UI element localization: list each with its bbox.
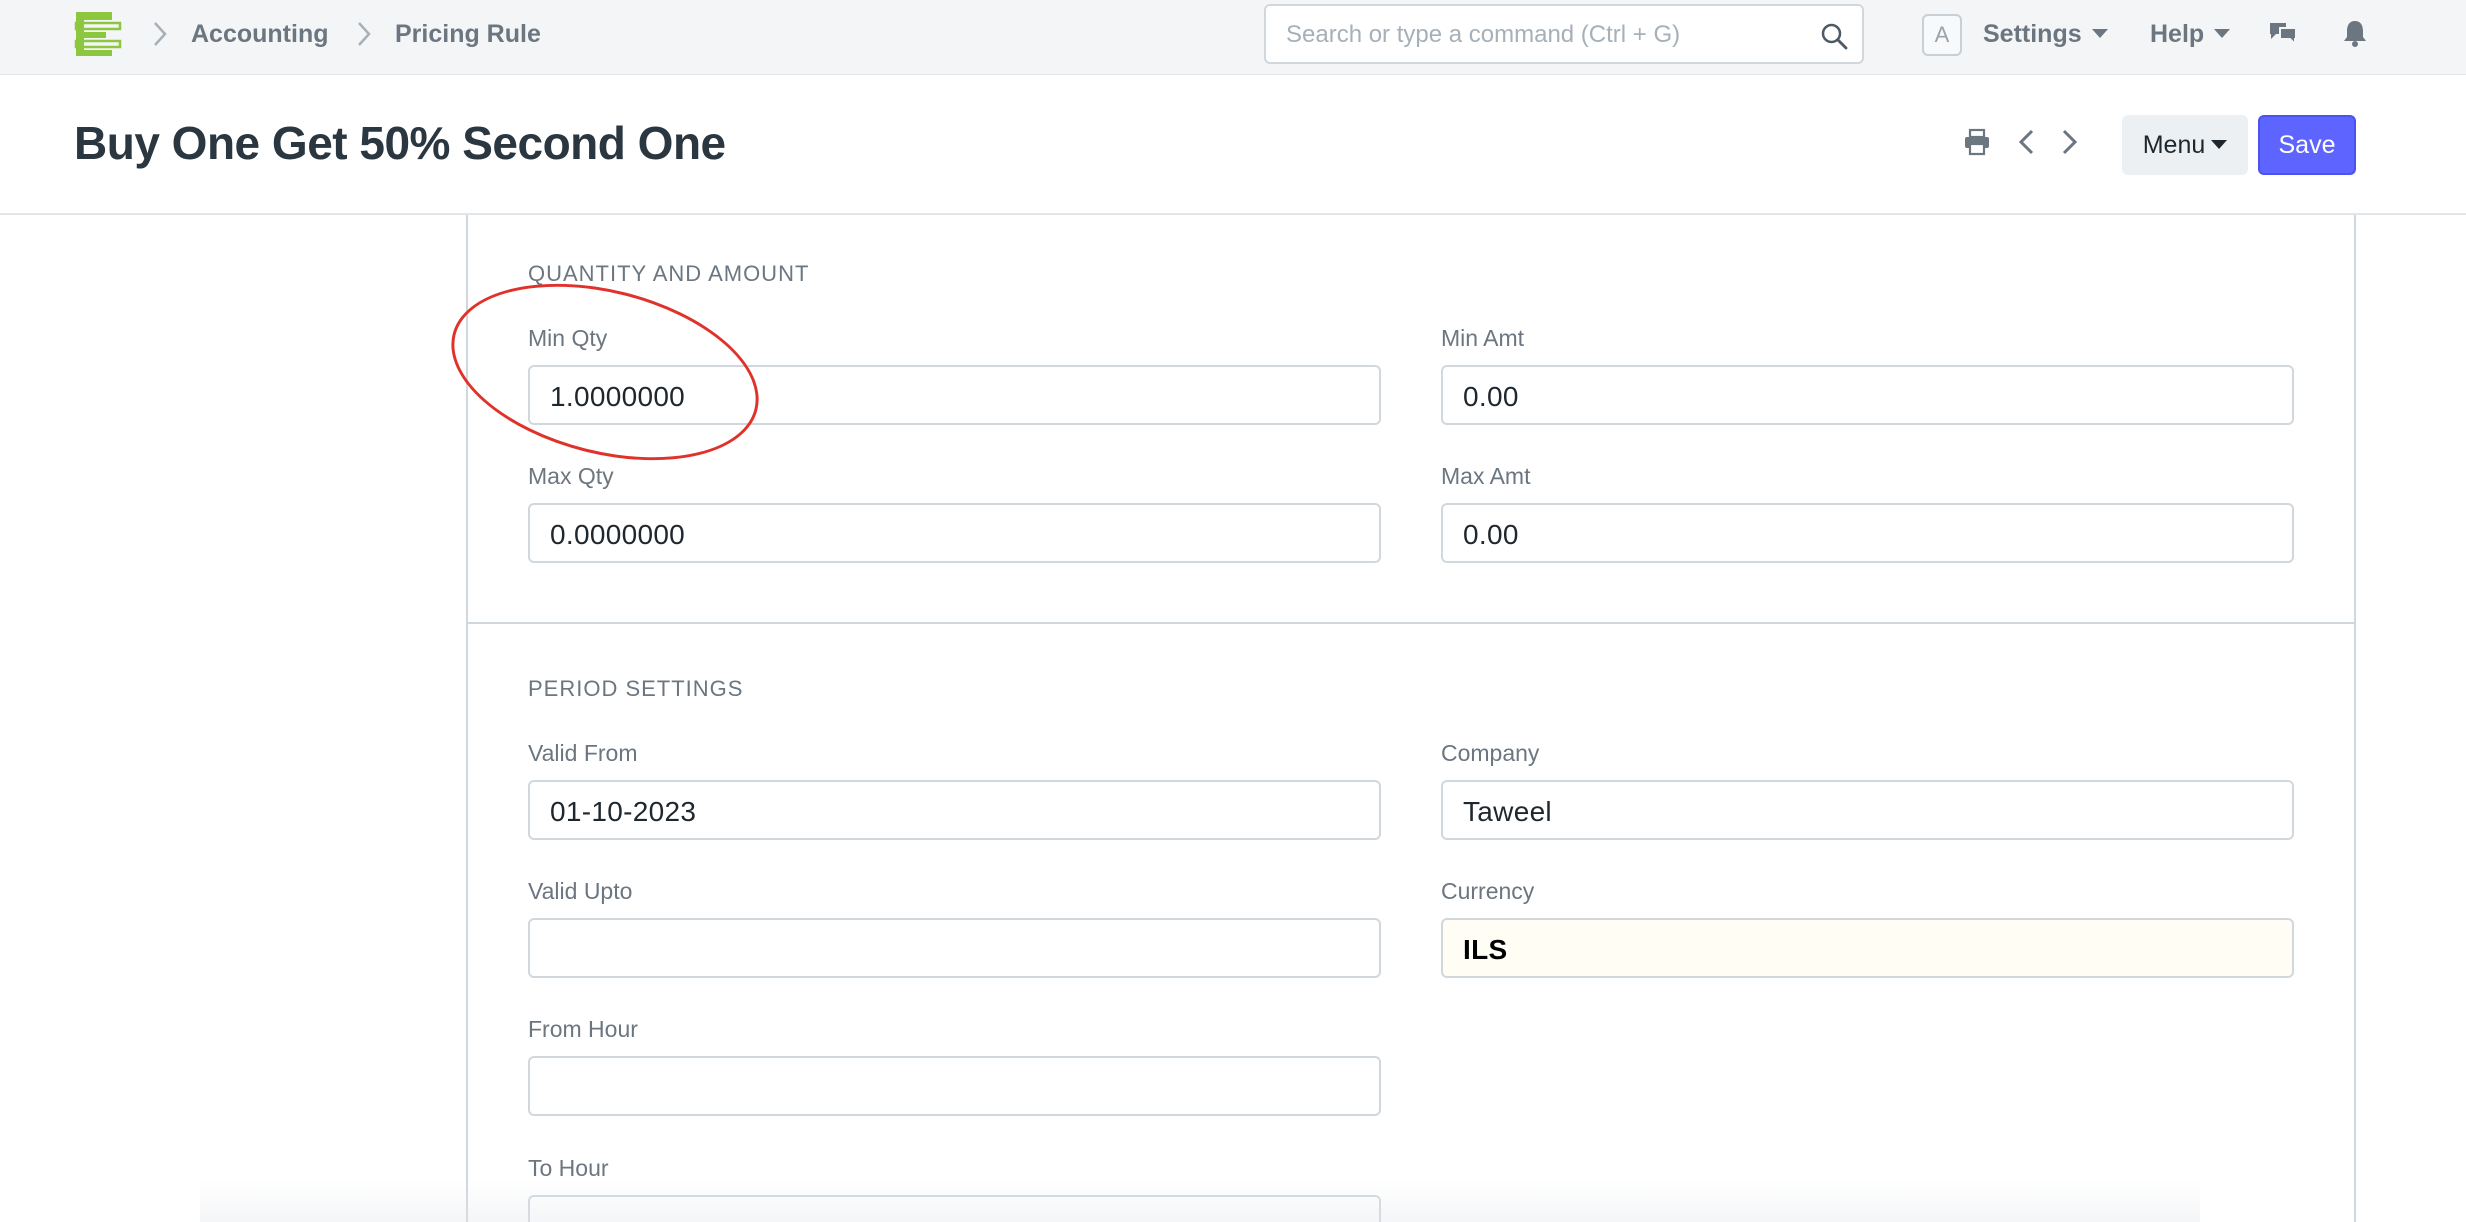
min-qty-label: Min Qty [528, 325, 608, 351]
caret-down-icon [2211, 139, 2228, 149]
chevron-right-icon [152, 20, 168, 48]
valid-upto-field[interactable] [528, 918, 1381, 978]
max-qty-label: Max Qty [528, 463, 614, 489]
min-amt-field[interactable]: 0.00 [1441, 365, 2294, 425]
max-amt-label: Max Amt [1441, 463, 1531, 489]
save-button[interactable]: Save [2258, 115, 2356, 175]
to-hour-label: To Hour [528, 1155, 609, 1181]
avatar[interactable]: A [1922, 14, 1962, 56]
page-head: Buy One Get 50% Second One Menu Save [0, 75, 2466, 215]
breadcrumb-pricing-rule[interactable]: Pricing Rule [395, 18, 541, 50]
top-navbar: Accounting Pricing Rule Search or type a… [0, 0, 2466, 75]
max-amt-value: 0.00 [1463, 519, 1519, 550]
company-value: Taweel [1463, 796, 1552, 827]
page-title: Buy One Get 50% Second One [74, 117, 726, 169]
min-qty-field[interactable]: 1.0000000 [528, 365, 1381, 425]
chevron-right-icon [356, 20, 372, 48]
currency-value: ILS [1463, 934, 1508, 965]
section-heading-quantity: QUANTITY AND AMOUNT [528, 261, 810, 286]
currency-field[interactable]: ILS [1441, 918, 2294, 978]
max-amt-field[interactable]: 0.00 [1441, 503, 2294, 563]
from-hour-field[interactable] [528, 1056, 1381, 1116]
settings-dropdown[interactable]: Settings [1983, 18, 2108, 50]
chevron-left-icon[interactable] [2012, 127, 2042, 157]
max-qty-value: 0.0000000 [550, 519, 686, 550]
menu-button[interactable]: Menu [2122, 115, 2248, 175]
chevron-right-icon[interactable] [2054, 127, 2084, 157]
bottom-fade [200, 1180, 2200, 1222]
search-icon[interactable] [1820, 22, 1848, 50]
company-field[interactable]: Taweel [1441, 780, 2294, 840]
chat-icon[interactable] [2266, 16, 2300, 50]
min-amt-value: 0.00 [1463, 381, 1519, 412]
help-dropdown[interactable]: Help [2150, 18, 2231, 50]
section-divider [466, 622, 2356, 624]
caret-down-icon [2091, 28, 2108, 38]
company-label: Company [1441, 740, 1540, 766]
app-logo-icon[interactable] [74, 10, 126, 58]
breadcrumb-accounting[interactable]: Accounting [191, 18, 329, 50]
max-qty-field[interactable]: 0.0000000 [528, 503, 1381, 563]
currency-label: Currency [1441, 878, 1535, 904]
from-hour-label: From Hour [528, 1016, 638, 1042]
valid-from-label: Valid From [528, 740, 638, 766]
bell-icon[interactable] [2338, 16, 2372, 50]
search-input[interactable]: Search or type a command (Ctrl + G) [1264, 4, 1864, 64]
valid-from-value: 01-10-2023 [550, 796, 697, 827]
print-icon[interactable] [1962, 127, 1992, 157]
settings-label: Settings [1983, 20, 2082, 48]
valid-from-field[interactable]: 01-10-2023 [528, 780, 1381, 840]
help-label: Help [2150, 20, 2205, 48]
caret-down-icon [2214, 28, 2231, 38]
min-qty-value: 1.0000000 [550, 381, 686, 412]
search-placeholder: Search or type a command (Ctrl + G) [1286, 21, 1681, 48]
min-amt-label: Min Amt [1441, 325, 1525, 351]
valid-upto-label: Valid Upto [528, 878, 633, 904]
menu-label: Menu [2142, 131, 2206, 159]
section-heading-period: PERIOD SETTINGS [528, 676, 744, 701]
